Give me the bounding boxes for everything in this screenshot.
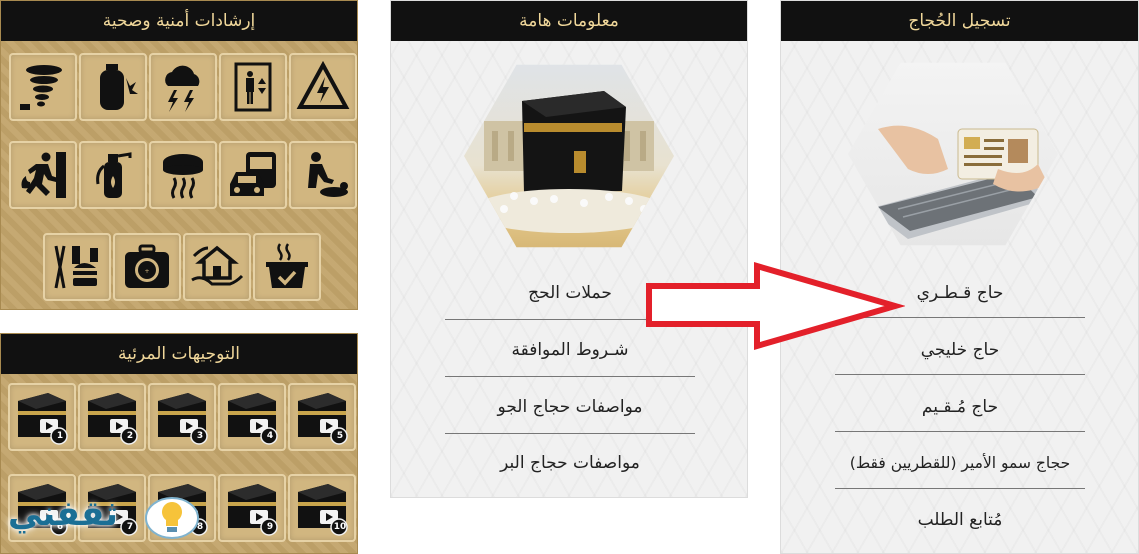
fire-exit-icon[interactable] — [9, 141, 77, 209]
video-number: 9 — [266, 522, 274, 532]
video-number: 3 — [196, 431, 204, 441]
kaaba-icon — [469, 91, 669, 233]
important-info-panel: معلومات هامة حملات الحج شـروط الموافقة م… — [390, 0, 748, 498]
warning-high-voltage-icon[interactable] — [289, 53, 357, 121]
video-tile[interactable]: 1 — [8, 383, 76, 451]
pilgrim-registration-title: تسجيل الحُجاج — [781, 1, 1138, 41]
register-divider — [835, 431, 1085, 432]
video-tile[interactable]: 4 — [218, 383, 286, 451]
info-item-land-pilgrims-specs[interactable]: مواصفات حجاج البر — [445, 453, 695, 473]
tornado-icon[interactable] — [9, 53, 77, 121]
register-emir-pilgrims[interactable]: حجاج سمو الأمير (للقطريين فقط) — [821, 454, 1099, 472]
smoke-detector-icon[interactable] — [149, 141, 217, 209]
kaaba-image — [464, 64, 674, 248]
video-tile[interactable]: 3 — [148, 383, 216, 451]
bus-car-icon[interactable] — [219, 141, 287, 209]
cpr-icon[interactable] — [289, 141, 357, 209]
video-tile[interactable]: 2 — [78, 383, 146, 451]
info-item-air-pilgrims-specs[interactable]: مواصفات حجاج الجو — [445, 397, 695, 417]
video-number: 4 — [266, 431, 274, 441]
id-card-icon — [868, 125, 1048, 239]
video-number: 2 — [126, 431, 134, 441]
lightning-storm-icon[interactable] — [149, 53, 217, 121]
svg-text:+: + — [144, 268, 149, 275]
info-divider — [445, 433, 695, 434]
video-number: 1 — [56, 431, 64, 441]
video-number: 5 — [336, 431, 344, 441]
id-card-laptop-image — [848, 62, 1058, 246]
register-divider — [835, 374, 1085, 375]
register-divider — [835, 488, 1085, 489]
video-number: 10 — [333, 522, 347, 532]
house-hands-icon[interactable] — [183, 233, 251, 301]
elevator-icon[interactable] — [219, 53, 287, 121]
visual-guidance-title: التوجيهات المرئية — [1, 334, 357, 374]
register-resident-pilgrim[interactable]: حاج مُـقـيم — [835, 397, 1085, 417]
red-arrow-icon — [646, 262, 905, 350]
thaqafni-logo-text: ثقفني — [8, 494, 118, 534]
info-divider — [445, 376, 695, 377]
video-tile[interactable]: 10 — [288, 474, 356, 542]
video-tile[interactable]: 9 — [218, 474, 286, 542]
fire-extinguisher-icon[interactable] — [79, 141, 147, 209]
cooking-pot-icon[interactable] — [253, 233, 321, 301]
thaqafni-logo: ثقفني — [0, 488, 200, 548]
first-aid-kit-icon[interactable]: + — [113, 233, 181, 301]
lightbulb-icon — [145, 497, 199, 539]
safety-guidelines-panel: إرشادات أمنية وصحية + — [0, 0, 358, 310]
food-comb-icon[interactable] — [43, 233, 111, 301]
gas-cylinder-icon[interactable] — [79, 53, 147, 121]
important-info-title: معلومات هامة — [391, 1, 747, 41]
track-request-link[interactable]: مُتابع الطلب — [835, 510, 1085, 530]
video-tile[interactable]: 5 — [288, 383, 356, 451]
safety-guidelines-title: إرشادات أمنية وصحية — [1, 1, 357, 41]
